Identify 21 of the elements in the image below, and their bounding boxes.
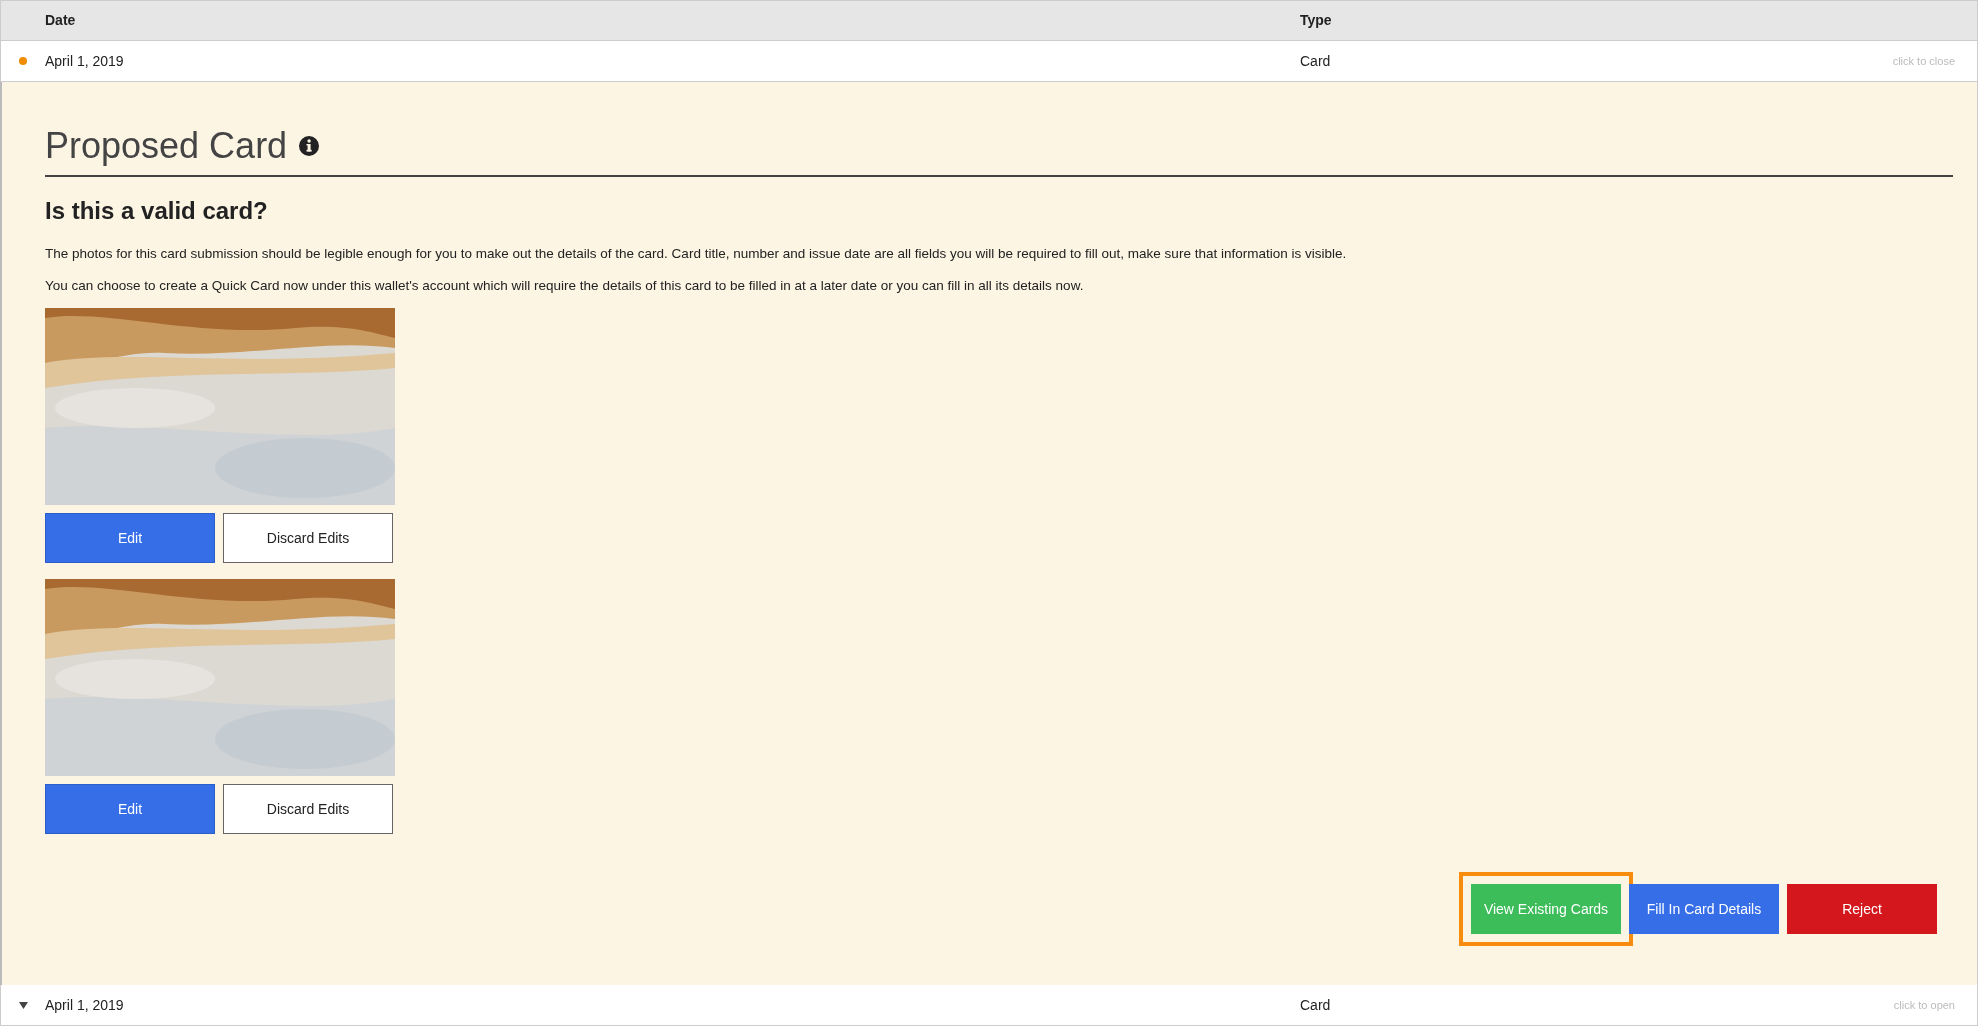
discard-edits-button[interactable]: Discard Edits [223, 513, 393, 564]
row-hint: click to open [1893, 997, 1956, 1013]
table-row[interactable]: April 1, 2019 Card click to close [0, 41, 1978, 82]
date-text: April 1, 2019 [45, 996, 124, 1013]
column-header: Date [45, 12, 76, 28]
type-text: Card [1300, 996, 1331, 1013]
discard-edits-button[interactable]: Discard Edits [223, 784, 393, 835]
table-row[interactable]: April 1, 2019 Card click to open [0, 985, 1978, 1026]
edit-button[interactable]: Edit [45, 513, 215, 564]
type-text: Card [1300, 52, 1331, 69]
row-hint: click to close [1892, 53, 1956, 69]
instruction-text: The photos for this card submission should be legible enough for you to make out the details of the card. Card title, number and issue date are all fields you will be required to fill out, make sure that information is visible. [45, 245, 1348, 263]
instruction-text: You can choose to create a Quick Card now under this wallet's account which will require the details of this card to be filled in at a later date or you can fill in all its details now. [45, 277, 1085, 296]
date-text: April 1, 2019 [45, 52, 124, 69]
action-button[interactable]: Fill In Card Details [1629, 884, 1779, 935]
column-header: Type [1300, 12, 1332, 28]
reject-button[interactable]: Reject [1787, 884, 1937, 935]
question-heading: Is this a valid card? [45, 197, 269, 226]
info-icon[interactable] [299, 135, 320, 156]
edit-button[interactable]: Edit [45, 784, 215, 835]
panel-title: Proposed Card [45, 124, 288, 168]
